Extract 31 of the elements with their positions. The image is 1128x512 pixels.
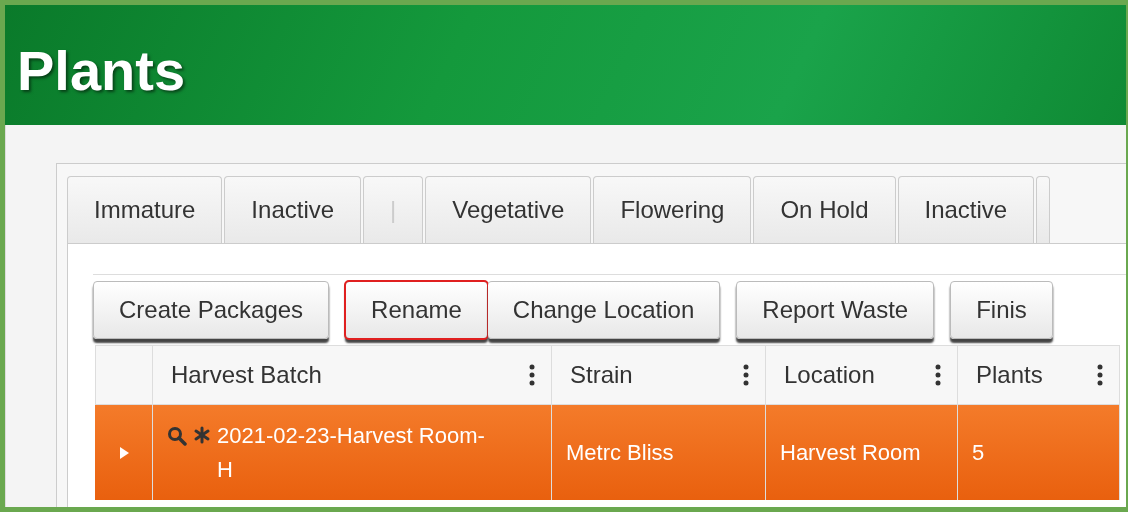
column-header[interactable]: Harvest Batch: [153, 345, 552, 405]
tab[interactable]: Inactive: [224, 176, 362, 243]
column-title: Location: [784, 361, 875, 389]
tab[interactable]: Flowering: [593, 176, 752, 243]
column-menu-icon[interactable]: [1097, 363, 1103, 387]
toolbar-button[interactable]: Report Waste: [736, 281, 935, 339]
toolbar-button[interactable]: Rename: [345, 281, 488, 339]
table-cell: 5: [958, 405, 1120, 500]
column-menu-icon[interactable]: [743, 363, 749, 387]
column-menu-icon[interactable]: [935, 363, 941, 387]
table-cell: Harvest Room: [766, 405, 958, 500]
toolbar-button[interactable]: Finis: [950, 281, 1053, 339]
toolbar-button[interactable]: Change Location: [487, 281, 721, 339]
column-header[interactable]: Location: [766, 345, 958, 405]
tab-separator: |: [363, 176, 424, 243]
column-header[interactable]: Strain: [552, 345, 766, 405]
column-title: Harvest Batch: [171, 361, 322, 389]
toolbar-button[interactable]: Create Packages: [93, 281, 330, 339]
column-title: Plants: [976, 361, 1043, 389]
tab[interactable]: Inactive: [897, 176, 1035, 243]
tab[interactable]: Immature: [67, 176, 223, 243]
page-title: Plants: [17, 38, 187, 99]
column-header[interactable]: Plants: [958, 345, 1120, 405]
table-cell: Metrc Bliss: [552, 405, 766, 500]
asterisk-icon[interactable]: [193, 425, 211, 444]
tab[interactable]: Vegetative: [425, 176, 592, 243]
column-menu-icon[interactable]: [529, 363, 535, 387]
search-icon[interactable]: [167, 425, 187, 446]
tab[interactable]: On Hold: [753, 176, 896, 243]
caret-right-icon[interactable]: [117, 445, 130, 460]
column-title: Strain: [570, 361, 633, 389]
